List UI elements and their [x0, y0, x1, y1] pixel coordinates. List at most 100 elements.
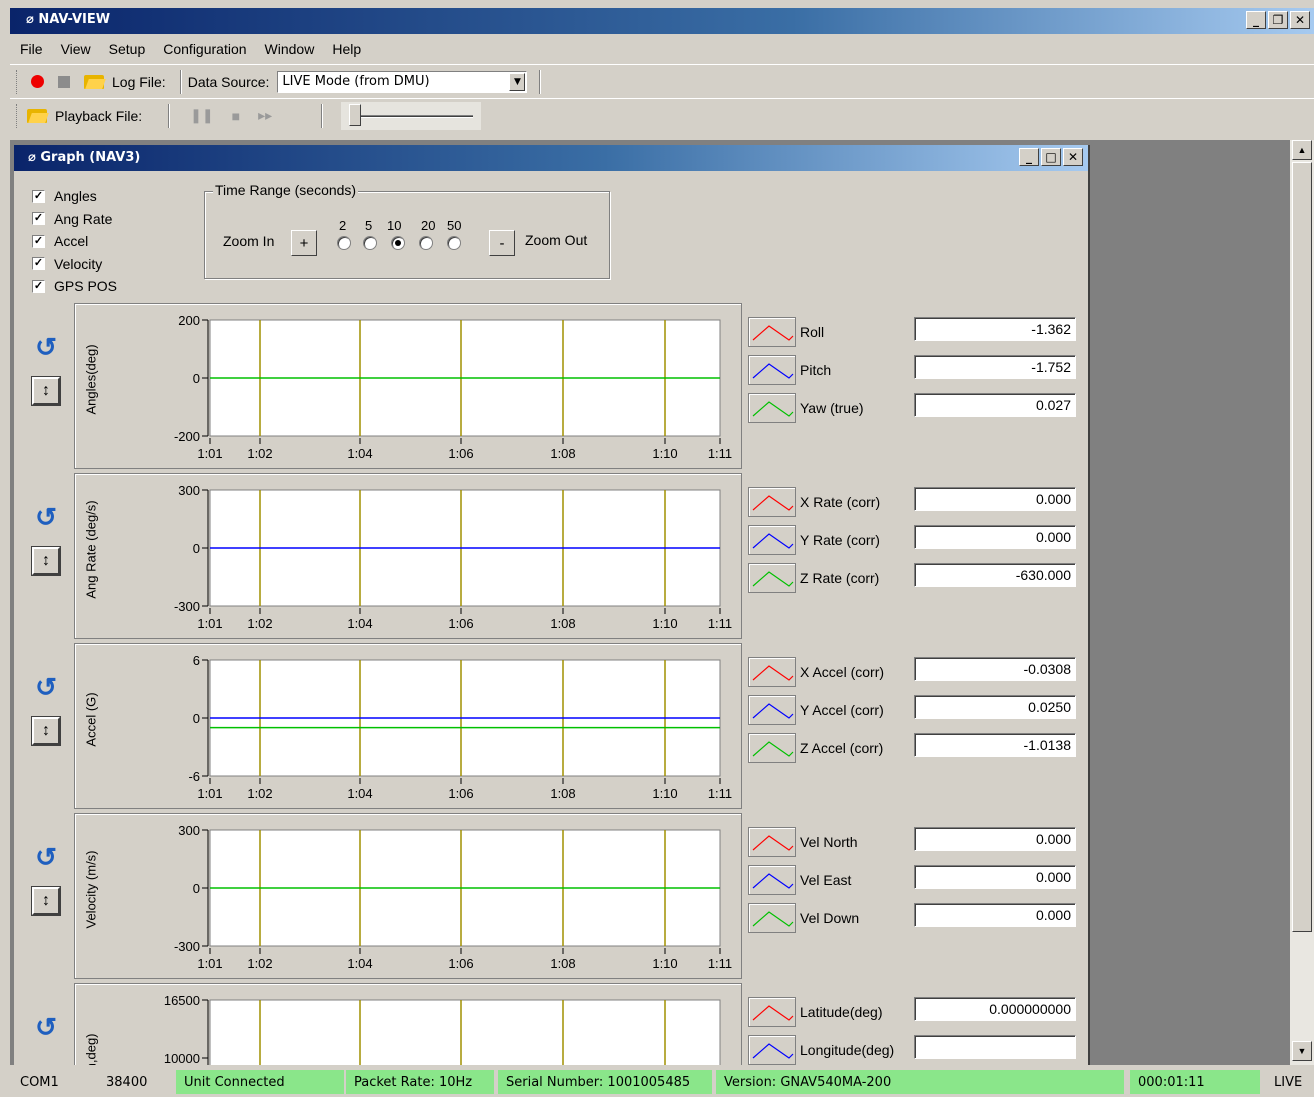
series-color-icon[interactable]	[748, 695, 796, 725]
autoscale-icon[interactable]: ↕	[31, 886, 61, 916]
stop-icon[interactable]	[58, 75, 70, 88]
fast-forward-icon[interactable]: ▸▸	[258, 107, 272, 124]
toolbar-grip[interactable]	[16, 69, 19, 94]
scroll-up-icon[interactable]: ▲	[1292, 140, 1312, 160]
graph-plot[interactable]: 16500 10000	[75, 984, 743, 1065]
zoom-in-label: Zoom In	[223, 233, 275, 249]
x-tick-label: 1:04	[347, 956, 372, 971]
graph-window-buttons: _ □ ✕	[1019, 148, 1083, 166]
series-color-icon[interactable]	[748, 657, 796, 687]
graph-plot[interactable]: 200 0 -200 1:01 1:02 1:04 1:06 1:08 1:10 1:11	[75, 304, 743, 470]
range-radio-2[interactable]	[337, 236, 351, 250]
status-version: Version: GNAV540MA-200	[716, 1070, 1124, 1094]
reset-view-icon[interactable]: ↺	[32, 332, 60, 362]
x-tick-label: 1:06	[448, 446, 473, 461]
autoscale-icon[interactable]: ↕	[31, 546, 61, 576]
menu-setup[interactable]: Setup	[99, 41, 154, 57]
close-button[interactable]: ✕	[1290, 11, 1310, 29]
series-color-icon[interactable]	[748, 487, 796, 517]
menu-configuration[interactable]: Configuration	[153, 41, 254, 57]
reset-view-icon[interactable]: ↺	[32, 842, 60, 872]
record-icon[interactable]	[31, 75, 44, 88]
series-name: Y Rate (corr)	[800, 532, 880, 548]
range-radio-50[interactable]	[447, 236, 461, 250]
checkbox-label: Ang Rate	[54, 210, 113, 227]
data-source-select[interactable]: LIVE Mode (from DMU) ▼	[277, 70, 528, 93]
series-name: Vel Down	[800, 910, 860, 926]
scrollbar-thumb[interactable]	[1292, 162, 1312, 932]
playback-slider[interactable]	[341, 101, 482, 130]
graph-plot[interactable]: 6 0 -6 1:01 1:02 1:04 1:06 1:08 1:10 1:11	[75, 644, 743, 810]
slider-thumb[interactable]	[349, 103, 362, 126]
series-value	[914, 1035, 1076, 1059]
autoscale-icon[interactable]: ↕	[31, 376, 61, 406]
series-color-icon[interactable]	[748, 903, 796, 933]
minimize-button[interactable]: _	[1246, 11, 1266, 29]
menu-window[interactable]: Window	[255, 41, 323, 57]
vertical-scrollbar[interactable]: ▲ ▼	[1290, 140, 1314, 1065]
checkbox-accel[interactable]: ✓ Accel	[32, 230, 117, 253]
autoscale-icon[interactable]: ↕	[31, 716, 61, 746]
reset-view-icon[interactable]: ↺	[32, 672, 60, 702]
folder-icon[interactable]	[27, 108, 47, 123]
legend-row: Y Rate (corr) 0.000	[748, 525, 1078, 559]
toolbar-grip[interactable]	[16, 103, 19, 128]
series-color-icon[interactable]	[748, 827, 796, 857]
x-tick-label: 1:02	[247, 616, 272, 631]
reset-view-icon[interactable]: ↺	[32, 1012, 60, 1042]
series-value: 0.000	[914, 525, 1076, 549]
checkbox-angles[interactable]: ✓ Angles	[32, 185, 117, 208]
checkbox-check-icon[interactable]: ✓	[32, 279, 45, 293]
series-name: Pitch	[800, 362, 832, 378]
time-range-title: Time Range (seconds)	[213, 182, 359, 198]
legend-row: Vel East 0.000	[748, 865, 1078, 899]
chevron-down-icon[interactable]: ▼	[509, 72, 526, 91]
pause-icon[interactable]: ❚❚	[190, 107, 213, 124]
series-color-icon[interactable]	[748, 733, 796, 763]
checkbox-velocity[interactable]: ✓ Velocity	[32, 253, 117, 276]
series-color-icon[interactable]	[748, 525, 796, 555]
checkbox-check-icon[interactable]: ✓	[32, 189, 45, 203]
menu-help[interactable]: Help	[322, 41, 369, 57]
series-color-icon[interactable]	[748, 355, 796, 385]
series-name: Longitude(deg)	[800, 1042, 895, 1058]
range-radio-10[interactable]	[391, 236, 405, 250]
folder-icon[interactable]	[84, 74, 104, 89]
x-tick-label: 1:08	[550, 446, 575, 461]
y-tick-label: 0	[193, 541, 200, 556]
menu-view[interactable]: View	[51, 41, 99, 57]
graph-minimize-button[interactable]: _	[1019, 148, 1039, 166]
checkbox-check-icon[interactable]: ✓	[32, 212, 45, 226]
checkbox-check-icon[interactable]: ✓	[32, 257, 45, 271]
y-tick-label: 0	[193, 711, 200, 726]
menu-bar: File View Setup Configuration Window Hel…	[10, 36, 1314, 62]
x-tick-label: 1:11	[708, 956, 732, 971]
checkbox-label: Velocity	[54, 255, 103, 272]
series-color-icon[interactable]	[748, 317, 796, 347]
zoom-in-button[interactable]: +	[291, 230, 317, 256]
checkbox-label: Accel	[54, 233, 89, 250]
restore-button[interactable]: ❐	[1268, 11, 1288, 29]
y-tick-label: -300	[174, 939, 200, 954]
checkbox-gps-pos[interactable]: ✓ GPS POS	[32, 275, 117, 298]
series-color-icon[interactable]	[748, 997, 796, 1027]
scroll-down-icon[interactable]: ▼	[1292, 1041, 1312, 1061]
legend-row: Yaw (true) 0.027	[748, 393, 1078, 427]
range-radio-20[interactable]	[419, 236, 433, 250]
graph-plot[interactable]: 300 0 -300 1:01 1:02 1:04 1:06 1:08 1:10 1:11	[75, 814, 743, 980]
checkbox-ang-rate[interactable]: ✓ Ang Rate	[32, 208, 117, 231]
series-color-icon[interactable]	[748, 393, 796, 423]
stop-icon[interactable]: ■	[232, 108, 240, 124]
graph-close-button[interactable]: ✕	[1063, 148, 1083, 166]
graph-plot[interactable]: 300 0 -300 1:01 1:02 1:04 1:06 1:08 1:10 1:11	[75, 474, 743, 640]
series-value: 0.000000000	[914, 997, 1076, 1021]
graph-maximize-button[interactable]: □	[1041, 148, 1061, 166]
series-color-icon[interactable]	[748, 865, 796, 895]
series-color-icon[interactable]	[748, 563, 796, 593]
range-radio-5[interactable]	[363, 236, 377, 250]
series-color-icon[interactable]	[748, 1035, 796, 1065]
checkbox-check-icon[interactable]: ✓	[32, 234, 45, 248]
zoom-out-button[interactable]: -	[489, 230, 515, 256]
reset-view-icon[interactable]: ↺	[32, 502, 60, 532]
menu-file[interactable]: File	[10, 41, 51, 57]
